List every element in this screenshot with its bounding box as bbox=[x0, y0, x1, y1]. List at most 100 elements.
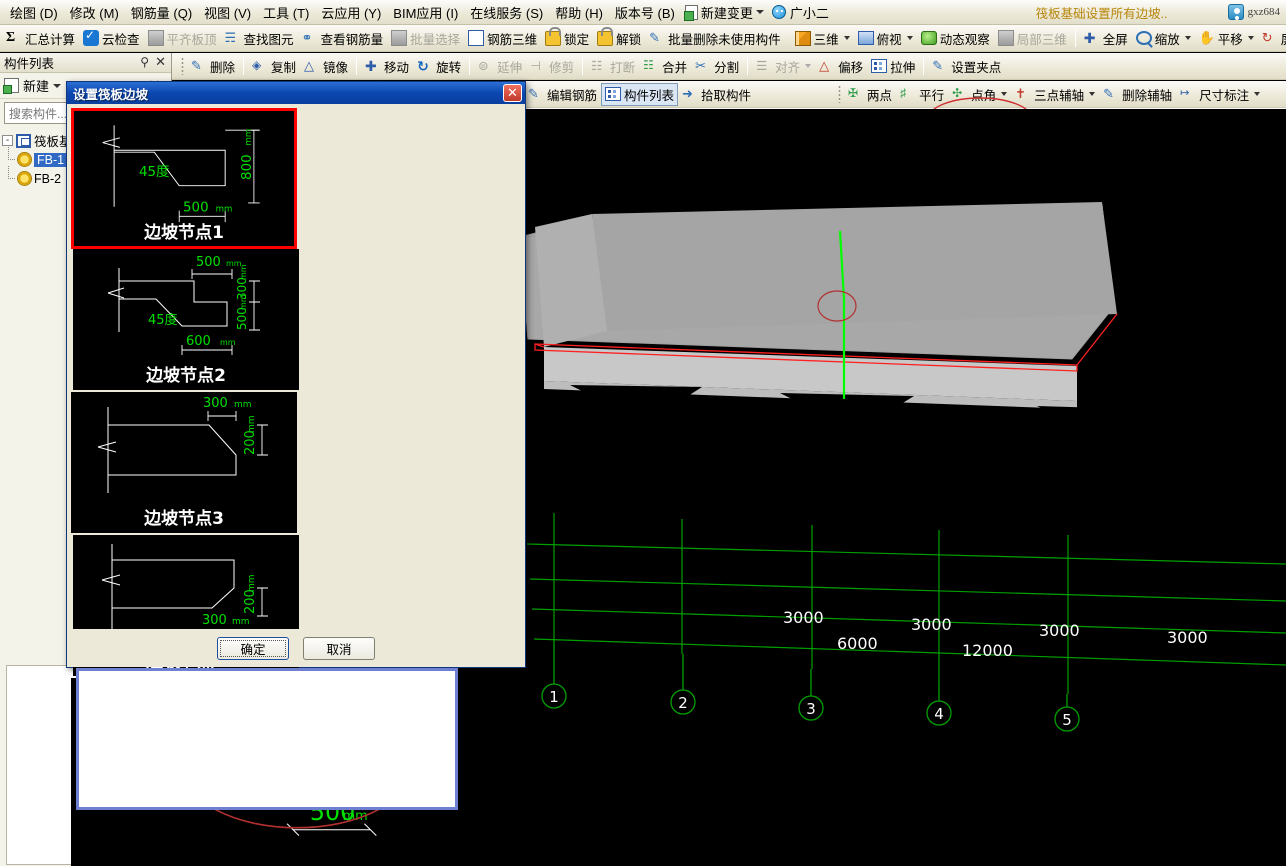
menu-help[interactable]: 帮助 (H) bbox=[549, 1, 609, 24]
mirror-button[interactable]: △ 镜像 bbox=[300, 55, 352, 78]
copy-button[interactable]: ◈ 复制 bbox=[248, 55, 300, 78]
stretch-button[interactable]: 拉伸 bbox=[867, 55, 919, 78]
dim-200-right-unit: mm bbox=[247, 574, 257, 592]
binoculars-icon: ☴ bbox=[224, 30, 237, 45]
three-point-aux-axis-button[interactable]: ✝ 三点辅轴 bbox=[1011, 83, 1099, 106]
chevron-down-icon[interactable] bbox=[1184, 36, 1191, 40]
grid-label-u-3: 3000 bbox=[1039, 621, 1080, 640]
cloud-check-button[interactable]: 云检查 bbox=[79, 27, 144, 50]
new-document-icon bbox=[683, 4, 698, 21]
account-badge[interactable]: gxz684 bbox=[1227, 4, 1286, 20]
toolbar-separator bbox=[582, 57, 584, 75]
parallel-button[interactable]: ♯ 平行 bbox=[896, 83, 948, 106]
menu-version[interactable]: 版本号 (B) bbox=[609, 1, 681, 24]
break-label: 打断 bbox=[610, 60, 636, 75]
chevron-down-icon[interactable] bbox=[1001, 92, 1008, 96]
dim-horizontal-unit: mm bbox=[216, 205, 233, 215]
dynamic-observe-button[interactable]: 动态观察 bbox=[917, 27, 994, 50]
edit-rebar-button[interactable]: ✎ 编辑钢筋 bbox=[524, 83, 601, 106]
menu-online-service[interactable]: 在线服务 (S) bbox=[464, 1, 549, 24]
dimension-button[interactable]: ↦ 尺寸标注 bbox=[1176, 83, 1264, 106]
move-button[interactable]: ✚ 移动 bbox=[361, 55, 413, 78]
cancel-button[interactable]: 取消 bbox=[303, 637, 375, 660]
pin-icon[interactable]: ⚲ bbox=[140, 55, 149, 69]
chevron-down-icon[interactable] bbox=[843, 36, 850, 40]
delete-aux-axis-label: 删除辅轴 bbox=[1122, 88, 1173, 103]
lock-button[interactable]: 锁定 bbox=[541, 26, 593, 50]
chevron-down-icon[interactable] bbox=[1247, 36, 1254, 40]
menu-cloud-apps[interactable]: 云应用 (Y) bbox=[315, 1, 387, 24]
pan-button[interactable]: ✋ 平移 bbox=[1195, 27, 1258, 50]
ok-button[interactable]: 确定 bbox=[217, 637, 289, 660]
align-slab-top-button: 平齐板顶 bbox=[144, 27, 221, 50]
screen-rotate-icon: ↻ bbox=[1261, 30, 1273, 45]
dim-horizontal-500: 500 bbox=[183, 201, 209, 216]
two-point-icon: ✠ bbox=[848, 86, 859, 100]
unlock-button[interactable]: 解锁 bbox=[593, 26, 645, 50]
three-point-aux-axis-icon: ✝ bbox=[1015, 86, 1026, 101]
three-point-aux-axis-label: 三点辅轴 bbox=[1034, 88, 1085, 103]
stretch-label: 拉伸 bbox=[890, 60, 916, 75]
align-slab-top-label: 平齐板顶 bbox=[166, 32, 217, 47]
set-grip-button[interactable]: ✎ 设置夹点 bbox=[928, 55, 1005, 78]
extend-icon: ⊜ bbox=[478, 59, 489, 73]
chevron-down-icon[interactable] bbox=[1254, 92, 1261, 96]
menu-bim-apps[interactable]: BIM应用 (I) bbox=[387, 1, 464, 24]
grid-label-u-2: 3000 bbox=[911, 615, 952, 634]
screen-rotate-button[interactable]: ↻ 屏幕旋 bbox=[1258, 27, 1286, 50]
view-rebar-quantity-button[interactable]: ⚭ 查看钢筋量 bbox=[298, 27, 388, 50]
summary-calc-button[interactable]: Σ 汇总计算 bbox=[2, 27, 79, 50]
batch-delete-unused-button[interactable]: ✎ 批量删除未使用构件 bbox=[645, 27, 785, 50]
delete-aux-axis-button[interactable]: ✎ 删除辅轴 bbox=[1099, 83, 1176, 106]
new-change-button[interactable]: 新建变更 bbox=[681, 2, 768, 23]
find-element-button[interactable]: ☴ 查找图元 bbox=[221, 27, 298, 50]
menu-modify[interactable]: 修改 (M) bbox=[64, 1, 125, 24]
offset-button[interactable]: △ 偏移 bbox=[815, 55, 867, 78]
set-grip-label: 设置夹点 bbox=[951, 60, 1002, 75]
point-angle-button[interactable]: ✣ 点角 bbox=[948, 83, 1011, 106]
component-list-button[interactable]: 构件列表 bbox=[601, 82, 679, 106]
move-icon: ✚ bbox=[365, 58, 377, 74]
fullscreen-button[interactable]: ✚ 全屏 bbox=[1080, 27, 1132, 50]
mirror-label: 镜像 bbox=[323, 60, 349, 75]
cube-icon bbox=[794, 30, 811, 46]
set-raft-slope-dialog[interactable]: 设置筏板边坡 ✕ 800 mm 500 mm 45度 边坡节点1 500 mm … bbox=[66, 81, 526, 866]
dimension-icon: ↦ bbox=[1180, 87, 1190, 99]
two-point-button[interactable]: ✠ 两点 bbox=[844, 83, 896, 106]
slope-node-thumbnail-2[interactable]: 500 mm 300 mm 500 mm 600 mm 45度 边坡节点2 bbox=[73, 249, 299, 390]
expander-icon[interactable]: - bbox=[2, 135, 13, 146]
rotate-button[interactable]: ↻ 旋转 bbox=[413, 55, 465, 78]
slope-node-thumbnail-1[interactable]: 800 mm 500 mm 45度 边坡节点1 bbox=[71, 108, 297, 249]
toolbar-separator bbox=[356, 57, 358, 75]
grid-label-u-1: 3000 bbox=[783, 608, 824, 627]
menu-rebar-quantity[interactable]: 钢筋量 (Q) bbox=[125, 1, 198, 24]
rebar-3d-button[interactable]: 钢筋三维 bbox=[464, 27, 541, 50]
zoom-button[interactable]: 缩放 bbox=[1132, 27, 1195, 50]
merge-button[interactable]: ☷ 合并 bbox=[639, 55, 691, 78]
dialog-titlebar[interactable]: 设置筏板边坡 ✕ bbox=[67, 82, 525, 104]
menu-tools[interactable]: 工具 (T) bbox=[257, 1, 315, 24]
chevron-down-icon[interactable] bbox=[1089, 92, 1096, 96]
chevron-down-icon[interactable] bbox=[53, 83, 62, 88]
chevron-down-icon[interactable] bbox=[755, 10, 764, 14]
local-3d-button: 局部三维 bbox=[994, 27, 1071, 50]
top-view-button[interactable]: 俯视 bbox=[854, 27, 917, 50]
split-button[interactable]: ✂ 分割 bbox=[691, 55, 743, 78]
chevron-down-icon[interactable] bbox=[906, 36, 913, 40]
close-icon[interactable]: ✕ bbox=[155, 54, 166, 70]
slope-node-thumbnail-3[interactable]: 300 mm 200 mm 边坡节点3 bbox=[71, 392, 297, 533]
new-component-label[interactable]: 新建 bbox=[23, 76, 49, 95]
merge-icon: ☷ bbox=[643, 58, 654, 72]
close-icon[interactable]: ✕ bbox=[503, 84, 522, 102]
menu-draw[interactable]: 绘图 (D) bbox=[4, 1, 64, 24]
panel-titlebar: 构件列表 ⚲ ✕ bbox=[0, 53, 171, 73]
delete-button[interactable]: ✎ 删除 bbox=[187, 55, 239, 78]
move-label: 移动 bbox=[384, 60, 410, 75]
menu-view[interactable]: 视图 (V) bbox=[198, 1, 257, 24]
pick-component-button[interactable]: ➜ 拾取构件 bbox=[678, 83, 755, 106]
toolbar-separator bbox=[469, 57, 471, 75]
user-chip[interactable]: 广小二 bbox=[768, 2, 833, 23]
slope-node-3-caption: 边坡节点3 bbox=[144, 509, 224, 529]
view-3d-button[interactable]: 三维 bbox=[791, 27, 854, 50]
grid-label-l-1: 6000 bbox=[837, 634, 878, 653]
